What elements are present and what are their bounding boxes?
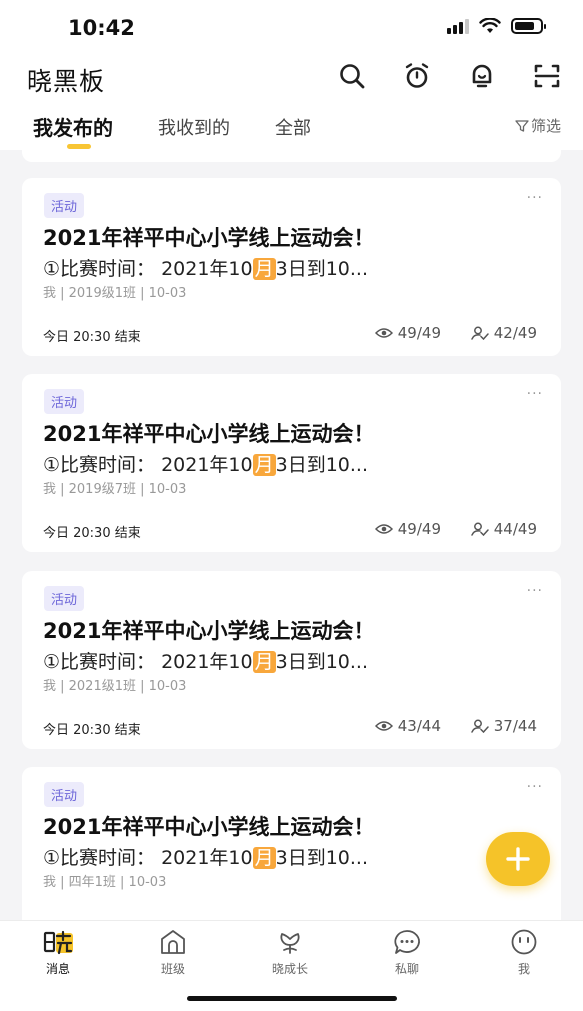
tab-my-received[interactable]: 我收到的 (158, 114, 230, 140)
tab-all[interactable]: 全部 (275, 114, 311, 140)
card-title: 2021年祥平中心小学线上运动会！ (43, 619, 375, 643)
chat-bubble-icon (394, 930, 420, 954)
nav-item-chat[interactable]: 私聊 (367, 927, 447, 977)
completion-count: 42/49 (471, 324, 537, 342)
card-description: ①比赛时间： 2021年10 月 3日到10... (43, 847, 369, 869)
flower-icon (280, 933, 300, 954)
filter-label: 筛选 (530, 117, 561, 135)
nav-label: 私聊 (394, 962, 419, 976)
card-title: 2021年祥平中心小学线上运动会！ (43, 226, 375, 250)
status-icons (447, 18, 546, 34)
view-count: 49/49 (374, 324, 441, 342)
completion-count: 44/49 (471, 520, 537, 538)
scan-icon[interactable] (533, 62, 561, 90)
view-count: 43/44 (374, 717, 441, 735)
card-meta: 我 | 2021级1班 | 10-03 (43, 679, 187, 694)
nav-label: 我 (517, 962, 530, 976)
category-tag: 活动 (44, 782, 85, 807)
card-description: ①比赛时间： 2021年10 月 3日到10... (43, 651, 369, 673)
message-list[interactable]: 活动 ··· 2021年祥平中心小学线上运动会！ ①比赛时间： 2021年10 月… (0, 150, 583, 920)
user-check-icon (471, 326, 489, 340)
card-deadline: 今日 20:30 结束 (43, 723, 141, 738)
status-time: 10:42 (68, 16, 135, 40)
nav-label: 消息 (45, 962, 70, 976)
card-deadline: 今日 20:30 结束 (43, 330, 141, 345)
card-description: ①比赛时间： 2021年10 月 3日到10... (43, 258, 369, 280)
completion-count: 37/44 (471, 717, 537, 735)
nav-item-class[interactable]: 班级 (133, 927, 213, 977)
xiao-logo-icon (43, 930, 73, 955)
nav-label: 班级 (160, 962, 185, 976)
add-button[interactable] (486, 832, 550, 886)
list-item[interactable]: 活动 ··· 2021年祥平中心小学线上运动会！ ①比赛时间： 2021年10 月… (22, 767, 561, 920)
card-title: 2021年祥平中心小学线上运动会！ (43, 422, 375, 446)
nav-item-me[interactable]: 我 (484, 927, 564, 977)
filter-icon (515, 119, 529, 132)
timer-icon[interactable] (403, 62, 431, 90)
card-description: ①比赛时间： 2021年10 月 3日到10... (43, 454, 369, 476)
home-icon (161, 930, 185, 954)
app-header: 晓黑板 (0, 56, 583, 100)
search-icon[interactable] (338, 62, 366, 90)
more-options-icon[interactable]: ··· (527, 779, 543, 795)
more-options-icon[interactable]: ··· (527, 190, 543, 206)
tab-indicator (67, 144, 91, 149)
header-actions (338, 62, 561, 90)
list-item[interactable]: 活动 ··· 2021年祥平中心小学线上运动会！ ①比赛时间： 2021年10 月… (22, 571, 561, 749)
nav-item-messages[interactable]: 消息 (18, 927, 98, 977)
plus-icon (506, 847, 530, 871)
eye-icon (374, 524, 393, 534)
tab-bar: 我发布的 我收到的 全部 筛选 (0, 100, 583, 150)
category-tag: 活动 (44, 193, 85, 218)
card-meta: 我 | 2019级1班 | 10-03 (43, 286, 187, 301)
list-item-cut[interactable] (22, 150, 561, 162)
signal-icon (447, 18, 469, 34)
eye-icon (374, 328, 393, 338)
view-count: 49/49 (374, 520, 441, 538)
category-tag: 活动 (44, 586, 85, 611)
card-meta: 我 | 2019级7班 | 10-03 (43, 482, 187, 497)
notification-icon[interactable] (468, 62, 496, 90)
eye-icon (374, 721, 393, 731)
user-check-icon (471, 522, 489, 536)
more-options-icon[interactable]: ··· (527, 583, 543, 599)
app-title: 晓黑板 (27, 67, 106, 96)
more-options-icon[interactable]: ··· (527, 386, 543, 402)
status-bar: 10:42 (0, 0, 583, 56)
battery-icon (511, 18, 546, 34)
nav-item-growth[interactable]: 晓成长 (250, 927, 330, 977)
user-check-icon (471, 719, 489, 733)
list-item[interactable]: 活动 ··· 2021年祥平中心小学线上运动会！ ①比赛时间： 2021年10 月… (22, 178, 561, 356)
category-tag: 活动 (44, 389, 85, 414)
tab-my-published[interactable]: 我发布的 (33, 112, 113, 141)
card-title: 2021年祥平中心小学线上运动会！ (43, 815, 375, 839)
home-indicator (187, 996, 397, 1001)
smiley-icon (511, 929, 537, 955)
card-deadline: 今日 20:30 结束 (43, 526, 141, 541)
card-meta: 我 | 四年1班 | 10-03 (43, 875, 167, 890)
wifi-icon (479, 18, 501, 33)
list-item[interactable]: 活动 ··· 2021年祥平中心小学线上运动会！ ①比赛时间： 2021年10 月… (22, 374, 561, 552)
filter-button[interactable]: 筛选 (515, 115, 561, 136)
nav-label: 晓成长 (271, 962, 308, 976)
